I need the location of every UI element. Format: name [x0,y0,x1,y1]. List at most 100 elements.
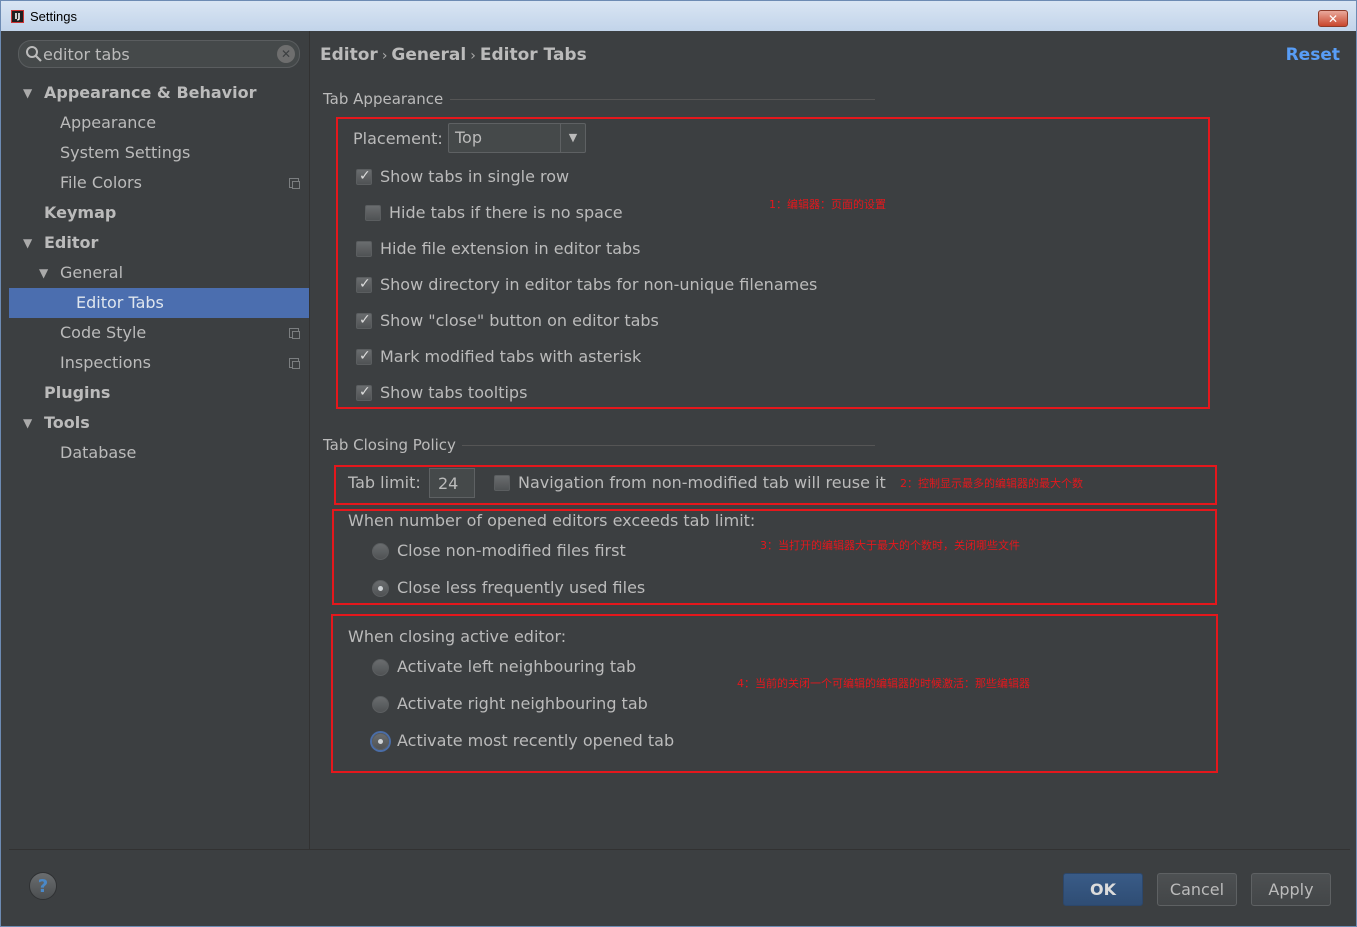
breadcrumb: Editor › General › Editor Tabs [320,45,587,65]
reset-link[interactable]: Reset [1286,45,1340,65]
sidebar-item-label: Inspections [60,353,151,372]
sidebar-item-label: Database [60,443,137,462]
sidebar-item-label: Tools [44,413,90,432]
radio-button[interactable] [372,696,389,713]
sidebar-item[interactable]: Database [9,438,309,468]
tab-limit-label: Tab limit: [348,473,421,492]
sidebar-item[interactable]: Plugins [9,378,309,408]
reuse-tab-label: Navigation from non-modified tab will re… [518,473,886,492]
tab-closing-title: Tab Closing Policy [323,436,456,454]
option-checkbox[interactable] [356,241,372,257]
sidebar-item[interactable]: File Colors [9,168,309,198]
checkmark-icon: ✓ [359,276,371,292]
placement-dropdown[interactable]: Top ▼ [448,123,586,153]
project-settings-icon [289,328,300,339]
settings-search-field[interactable]: editor tabs ✕ [18,40,300,68]
annotation-note-4: 4：当前的关闭一个可编辑的编辑器的时候激活：那些编辑器 [737,677,1030,690]
option-checkbox[interactable]: ✓ [356,276,372,293]
option-label: Hide tabs if there is no space [389,203,623,222]
sidebar-item[interactable]: ▼ General [9,258,309,288]
exceeds-label: When number of opened editors exceeds ta… [348,511,756,530]
sidebar-item-label: System Settings [60,143,191,162]
radio-dot-icon [378,586,383,591]
option-label: Hide file extension in editor tabs [380,239,641,258]
chevron-down-icon: ▼ [560,124,585,152]
search-icon [26,46,42,62]
tab-limit-input[interactable]: 24 [429,468,475,498]
window-title: Settings [30,9,77,24]
annotation-note-2: 2：控制显示最多的编辑器的最大个数 [900,477,1083,490]
option-checkbox[interactable]: ✓ [356,168,372,185]
intellij-app-icon: IJ [11,10,24,23]
radio-button[interactable] [372,543,389,560]
option-checkbox[interactable]: ✓ [356,312,372,329]
section-divider [450,99,875,100]
option-checkbox[interactable]: ✓ [356,348,372,365]
reuse-tab-checkbox[interactable] [494,475,510,491]
help-icon[interactable]: ? [29,872,57,900]
settings-window: IJ Settings ✕ editor tabs ✕ ▼ Appearance … [0,0,1357,927]
project-settings-icon [289,358,300,369]
radio-label: Activate most recently opened tab [397,731,675,750]
option-label: Show tabs tooltips [380,383,528,402]
clear-search-icon[interactable]: ✕ [277,45,295,63]
sidebar-item-label: Appearance [60,113,157,132]
sidebar-item[interactable]: Inspections [9,348,309,378]
breadcrumb-separator: › [381,48,388,64]
title-bar: IJ Settings ✕ [1,1,1356,31]
radio-label: Close less frequently used files [397,578,646,597]
option-checkbox[interactable]: ✓ [356,384,372,401]
tab-appearance-title: Tab Appearance [323,90,444,108]
sidebar-item[interactable]: ▼ Editor [9,228,309,258]
project-settings-icon [289,178,300,189]
sidebar-item[interactable]: Appearance [9,108,309,138]
apply-button[interactable]: Apply [1251,873,1331,906]
expand-arrow-icon[interactable]: ▼ [23,228,32,258]
settings-sidebar: editor tabs ✕ ▼ Appearance & Behavior Appe… [9,31,310,849]
sidebar-item-label: Code Style [60,323,147,342]
option-checkbox[interactable] [365,205,381,221]
radio-button[interactable] [372,580,389,597]
dialog-footer: ? OK Cancel Apply [9,849,1350,921]
sidebar-item-label: Appearance & Behavior [44,83,257,102]
cancel-button[interactable]: Cancel [1157,873,1237,906]
sidebar-item[interactable]: ▼ Tools [9,408,309,438]
closing-label: When closing active editor: [348,627,567,646]
sidebar-item-label: General [60,263,124,282]
expand-arrow-icon[interactable]: ▼ [23,78,32,108]
expand-arrow-icon[interactable]: ▼ [23,408,32,438]
sidebar-item-label: Keymap [44,203,117,222]
editor-tabs-panel: Editor › General › Editor Tabs Reset Tab App… [310,31,1350,849]
tab-limit-value: 24 [438,474,459,493]
sidebar-item[interactable]: Keymap [9,198,309,228]
close-window-button[interactable]: ✕ [1318,10,1348,27]
sidebar-item-label: Plugins [44,383,111,402]
expand-arrow-icon[interactable]: ▼ [39,258,48,288]
annotation-note-1: 1：编辑器：页面的设置 [769,198,886,211]
sidebar-item[interactable]: System Settings [9,138,309,168]
radio-label: Close non-modified files first [397,541,626,560]
breadcrumb-editor-tabs: Editor Tabs [479,45,587,65]
sidebar-item-label: Editor Tabs [76,293,164,312]
radio-dot-icon [378,739,383,744]
option-label: Mark modified tabs with asterisk [380,347,642,366]
ok-button[interactable]: OK [1063,873,1143,906]
sidebar-item[interactable]: Code Style [9,318,309,348]
sidebar-item[interactable]: Editor Tabs [9,288,309,318]
radio-button[interactable] [372,733,389,750]
radio-label: Activate right neighbouring tab [397,694,648,713]
checkmark-icon: ✓ [359,348,371,364]
sidebar-item-label: File Colors [60,173,142,192]
dialog-body: editor tabs ✕ ▼ Appearance & Behavior Appe… [9,31,1350,921]
sidebar-item[interactable]: ▼ Appearance & Behavior [9,78,309,108]
option-label: Show "close" button on editor tabs [380,311,659,330]
breadcrumb-separator: › [470,48,476,64]
radio-button[interactable] [372,659,389,676]
placement-label: Placement: [353,129,443,148]
radio-label: Activate left neighbouring tab [397,657,637,676]
checkmark-icon: ✓ [359,312,371,328]
option-label: Show directory in editor tabs for non-un… [380,275,818,294]
search-input[interactable]: editor tabs [43,45,130,64]
sidebar-item-label: Editor [44,233,99,252]
checkmark-icon: ✓ [359,384,371,400]
